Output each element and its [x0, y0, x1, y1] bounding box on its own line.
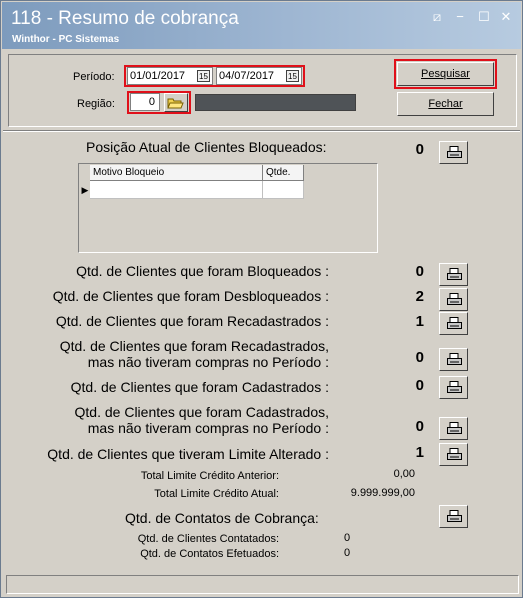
- efetuados-label: Qtd. de Contatos Efetuados:: [140, 548, 279, 560]
- row-value-limite-alterado: 1: [415, 444, 424, 461]
- row-value-cadastrados-sem-compra: 0: [415, 418, 424, 435]
- row-label-recadastrados-sem-compra-2: mas não tiveram compras no Período :: [87, 354, 329, 370]
- row-value-bloqueados: 0: [415, 263, 424, 280]
- data-inicial-field[interactable]: 01/01/2017 15: [127, 67, 213, 85]
- printer-icon: [447, 146, 462, 158]
- limite-atual-value: 9.999.999,00: [350, 487, 415, 499]
- print-button-recadastrados[interactable]: [439, 312, 468, 335]
- row-value-desbloqueados: 2: [415, 288, 424, 305]
- row-label-cadastrados-sem-compra-2: mas não tiveram compras no Período :: [87, 420, 329, 436]
- calendar-icon[interactable]: 15: [286, 70, 299, 82]
- printer-icon: [447, 422, 462, 434]
- title-bar[interactable]: 118 - Resumo de cobrança Winthor - PC Si…: [2, 2, 521, 49]
- bloqueio-grid[interactable]: Motivo Bloqueio Qtde. ▶: [78, 163, 378, 253]
- regiao-search-button[interactable]: [164, 93, 188, 112]
- print-button-bloqueados-periodo[interactable]: [439, 263, 468, 286]
- printer-icon: [447, 353, 462, 365]
- pesquisar-label: Pesquisar: [421, 68, 470, 80]
- window-subtitle: Winthor - PC Sistemas: [12, 34, 120, 45]
- printer-icon: [447, 293, 462, 305]
- grid-cell-motivo[interactable]: [90, 181, 263, 199]
- row-label-limite-alterado: Qtd. de Clientes que tiveram Limite Alte…: [47, 446, 329, 462]
- contatados-label: Qtd. de Clientes Contatados:: [137, 533, 279, 545]
- minimize-icon[interactable]: −: [453, 10, 467, 24]
- contatados-value: 0: [344, 532, 351, 544]
- periodo-label: Período:: [73, 71, 115, 83]
- grid-header-motivo[interactable]: Motivo Bloqueio: [90, 165, 263, 181]
- calendar-icon[interactable]: 15: [197, 70, 210, 82]
- print-button-cadastrados-sem-compra[interactable]: [439, 417, 468, 440]
- regiao-field[interactable]: 0: [130, 93, 160, 111]
- window-title: 118 - Resumo de cobrança: [11, 8, 239, 29]
- print-button-cadastrados[interactable]: [439, 376, 468, 399]
- data-inicial-value: 01/01/2017: [130, 70, 186, 82]
- regiao-label: Região:: [77, 98, 115, 110]
- print-button-recadastrados-sem-compra[interactable]: [439, 348, 468, 371]
- printer-icon: [447, 268, 462, 280]
- limite-atual-label: Total Limite Crédito Atual:: [154, 488, 279, 500]
- data-final-field[interactable]: 04/07/2017 15: [216, 67, 302, 85]
- printer-icon: [447, 448, 462, 460]
- regiao-descricao-field: [195, 94, 356, 111]
- data-final-value: 04/07/2017: [219, 70, 275, 82]
- limite-anterior-label: Total Limite Crédito Anterior:: [140, 470, 279, 482]
- pin-icon[interactable]: ⧄: [430, 10, 444, 24]
- row-label-cadastrados: Qtd. de Clientes que foram Cadastrados :: [70, 379, 329, 395]
- close-icon[interactable]: ✕: [499, 10, 513, 24]
- contatos-title: Qtd. de Contatos de Cobrança:: [125, 510, 319, 526]
- grid-header-qtde[interactable]: Qtde.: [263, 165, 304, 181]
- print-button-contatos[interactable]: [439, 505, 468, 528]
- row-indicator-icon: ▶: [81, 185, 89, 195]
- main-window: 118 - Resumo de cobrança Winthor - PC Si…: [0, 0, 523, 598]
- printer-icon: [447, 381, 462, 393]
- status-bar: [6, 575, 519, 594]
- row-label-desbloqueados: Qtd. de Clientes que foram Desbloqueados…: [52, 288, 329, 304]
- fechar-label: Fechar: [428, 98, 463, 110]
- folder-search-icon: [167, 98, 184, 109]
- row-value-recadastrados: 1: [415, 313, 424, 330]
- pesquisar-button[interactable]: Pesquisar: [397, 62, 494, 86]
- print-button-limite-alterado[interactable]: [439, 443, 468, 466]
- printer-icon: [447, 317, 462, 329]
- printer-icon: [447, 510, 462, 522]
- grid-cell-qtde[interactable]: [263, 181, 304, 199]
- print-button-bloqueados[interactable]: [439, 141, 468, 164]
- row-label-recadastrados: Qtd. de Clientes que foram Recadastrados…: [55, 313, 329, 329]
- separator: [3, 130, 520, 132]
- bloqueados-title: Posição Atual de Clientes Bloqueados:: [86, 139, 327, 155]
- print-button-desbloqueados[interactable]: [439, 288, 468, 311]
- row-label-bloqueados: Qtd. de Clientes que foram Bloqueados :: [76, 263, 329, 279]
- efetuados-value: 0: [344, 547, 351, 559]
- maximize-icon[interactable]: ☐: [477, 10, 491, 24]
- row-value-recadastrados-sem-compra: 0: [415, 349, 424, 366]
- row-label-cadastrados-sem-compra-1: Qtd. de Clientes que foram Cadastrados,: [74, 404, 329, 420]
- bloqueados-value: 0: [415, 141, 424, 158]
- row-label-recadastrados-sem-compra-1: Qtd. de Clientes que foram Recadastrados…: [59, 338, 329, 354]
- row-value-cadastrados: 0: [415, 377, 424, 394]
- limite-anterior-value: 0,00: [393, 468, 415, 480]
- fechar-button[interactable]: Fechar: [397, 92, 494, 116]
